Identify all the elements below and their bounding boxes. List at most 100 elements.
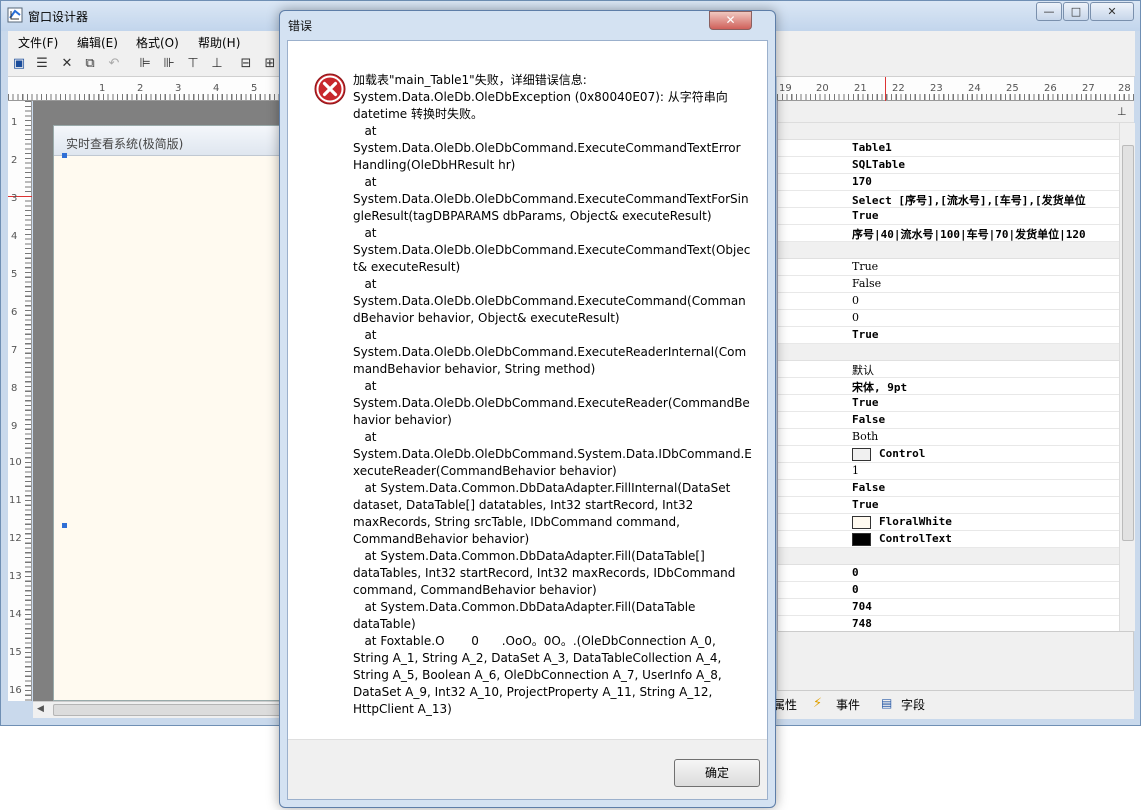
property-value: 0: [852, 311, 859, 324]
tab-properties[interactable]: 属性: [773, 696, 797, 713]
scrollbar-thumb[interactable]: [1122, 145, 1134, 541]
save-icon[interactable]: ▣: [10, 55, 28, 73]
property-value: ControlText: [879, 532, 952, 545]
property-row[interactable]: 170: [778, 174, 1119, 191]
property-description-panel: [777, 631, 1134, 691]
property-row[interactable]: 0: [778, 565, 1119, 582]
property-row[interactable]: 748: [778, 616, 1119, 631]
property-row[interactable]: True: [778, 327, 1119, 344]
property-row[interactable]: 0: [778, 582, 1119, 599]
ruler-label: 24: [968, 83, 981, 94]
ruler-label: 3: [11, 193, 18, 204]
property-vertical-scrollbar[interactable]: [1119, 123, 1135, 631]
property-category-row[interactable]: [778, 242, 1119, 259]
ruler-label: 16: [9, 685, 22, 696]
design-form[interactable]: 实时查看系统(极简版): [53, 125, 281, 701]
property-row[interactable]: 默认: [778, 361, 1119, 378]
property-row[interactable]: 1: [778, 463, 1119, 480]
property-row[interactable]: False: [778, 276, 1119, 293]
property-row[interactable]: True: [778, 208, 1119, 225]
property-value: 0: [852, 566, 859, 579]
color-swatch: [852, 533, 871, 546]
ruler-label: 28: [1118, 83, 1131, 94]
menu-file[interactable]: 文件(F): [18, 34, 58, 51]
property-row[interactable]: True: [778, 497, 1119, 514]
horizontal-ruler-right: [777, 77, 1134, 101]
property-row[interactable]: 宋体, 9pt: [778, 378, 1119, 395]
menu-edit[interactable]: 编辑(E): [77, 34, 118, 51]
copy-icon[interactable]: ⧉: [81, 55, 99, 73]
property-row[interactable]: Both: [778, 429, 1119, 446]
property-row[interactable]: 704: [778, 599, 1119, 616]
minimize-button[interactable]: —: [1036, 2, 1062, 21]
property-row[interactable]: ControlText: [778, 531, 1119, 548]
property-row[interactable]: True: [778, 395, 1119, 412]
ok-button[interactable]: 确定: [674, 759, 760, 787]
property-row[interactable]: Select [序号],[流水号],[车号],[发货单位: [778, 191, 1119, 208]
undo-icon[interactable]: ↶: [105, 55, 123, 73]
ruler-label: 9: [11, 421, 18, 432]
property-value: 0: [852, 583, 859, 596]
property-category-row[interactable]: [778, 548, 1119, 565]
property-row[interactable]: FloralWhite: [778, 514, 1119, 531]
align-top-icon[interactable]: ⊤: [184, 55, 202, 73]
property-row[interactable]: Table1: [778, 140, 1119, 157]
dialog-close-button[interactable]: ✕: [709, 11, 752, 30]
window-close-button[interactable]: ✕: [1090, 2, 1134, 21]
property-value: True: [852, 396, 879, 409]
scroll-left-icon[interactable]: ◀: [37, 704, 44, 714]
property-value: Both: [852, 430, 879, 443]
design-form-titlebar[interactable]: 实时查看系统(极简版): [54, 126, 280, 156]
property-row[interactable]: SQLTable: [778, 157, 1119, 174]
property-value: 0: [852, 294, 859, 307]
tab-events[interactable]: 事件: [836, 696, 860, 713]
property-category-row[interactable]: [778, 123, 1119, 140]
tab-fields[interactable]: 字段: [901, 696, 925, 713]
property-row[interactable]: Control: [778, 446, 1119, 463]
same-width-icon[interactable]: ⊟: [237, 55, 255, 73]
ruler-label: 26: [1044, 83, 1057, 94]
color-swatch: [852, 448, 871, 461]
property-category-row[interactable]: [778, 344, 1119, 361]
error-message: 加载表"main_Table1"失败，详细错误信息: System.Data.O…: [353, 73, 752, 716]
menu-format[interactable]: 格式(O): [136, 34, 179, 51]
property-row[interactable]: 0: [778, 293, 1119, 310]
property-row[interactable]: False: [778, 480, 1119, 497]
property-row[interactable]: False: [778, 412, 1119, 429]
horizontal-scrollbar[interactable]: ◀: [33, 701, 281, 718]
property-value: 宋体, 9pt: [852, 381, 908, 394]
ruler-label: 13: [9, 571, 22, 582]
restore-button[interactable]: □: [1063, 2, 1089, 21]
align-bottom-icon[interactable]: ⊥: [208, 55, 226, 73]
scrollbar-thumb[interactable]: [53, 704, 281, 716]
same-height-icon[interactable]: ⊞: [261, 55, 279, 73]
properties-toolbar-icon[interactable]: ☰: [33, 55, 51, 73]
property-row[interactable]: 0: [778, 310, 1119, 327]
pin-icon[interactable]: ⊥: [1117, 105, 1127, 118]
align-right-icon[interactable]: ⊪: [160, 55, 178, 73]
ruler-label: 4: [213, 83, 220, 94]
ruler-label: 7: [11, 345, 18, 356]
property-value: True: [852, 209, 879, 222]
color-swatch: [852, 516, 871, 529]
align-left-icon[interactable]: ⊫: [136, 55, 154, 73]
ruler-label: 14: [9, 609, 22, 620]
ruler-label: 2: [11, 155, 18, 166]
ruler-label: 10: [9, 457, 22, 468]
delete-icon[interactable]: ✕: [58, 55, 76, 73]
property-row[interactable]: True: [778, 259, 1119, 276]
property-value: True: [852, 260, 879, 273]
ruler-label: 1: [99, 83, 106, 94]
ruler-cursor-marker: [885, 77, 886, 101]
ruler-label: 15: [9, 647, 22, 658]
ruler-label: 19: [779, 83, 792, 94]
ruler-label: 20: [816, 83, 829, 94]
design-form-title: 实时查看系统(极简版): [66, 137, 184, 151]
resize-handle[interactable]: [62, 523, 67, 528]
ruler-label: 2: [137, 83, 144, 94]
property-row[interactable]: 序号|40|流水号|100|车号|70|发货单位|120: [778, 225, 1119, 242]
resize-handle[interactable]: [62, 153, 67, 158]
ruler-label: 5: [251, 83, 258, 94]
ruler-label: 22: [892, 83, 905, 94]
menu-help[interactable]: 帮助(H): [198, 34, 240, 51]
